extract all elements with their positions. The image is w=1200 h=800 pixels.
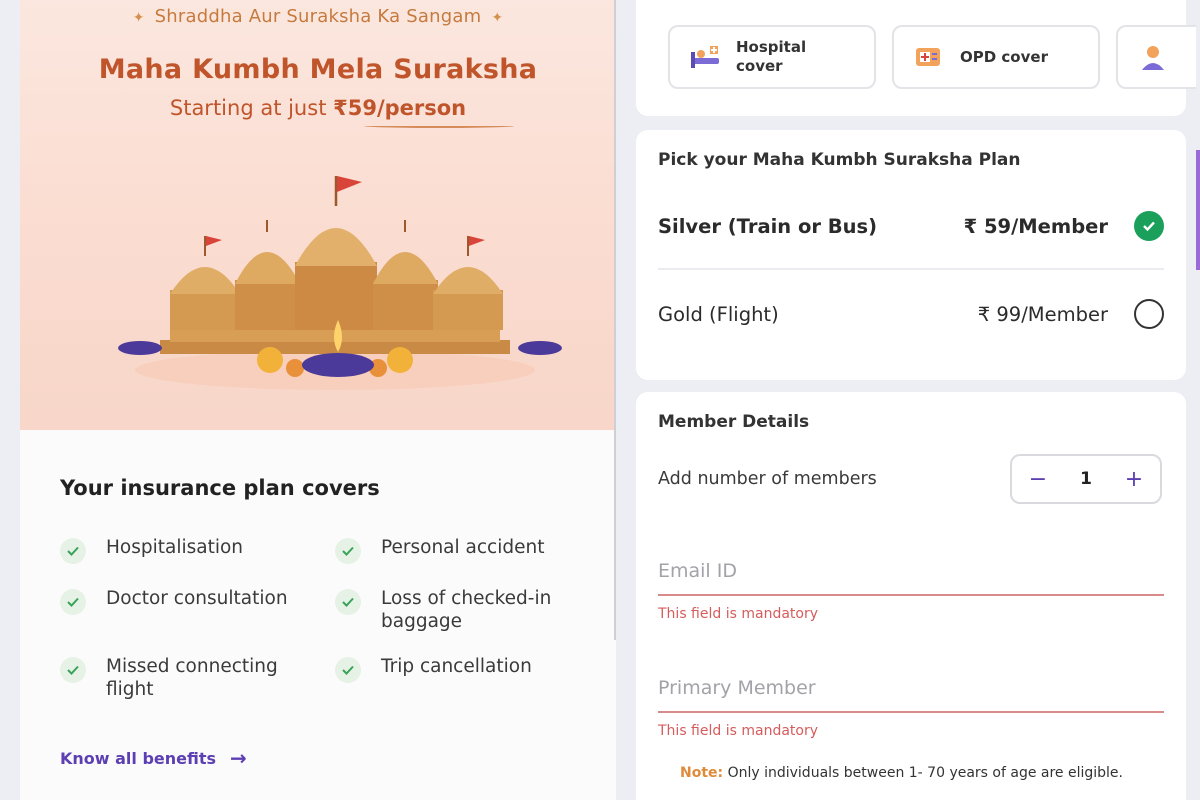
email-field[interactable] (658, 560, 1164, 596)
tab-hospital-cover-label: Hospital cover (736, 38, 807, 75)
eligibility-note: Note: Only individuals between 1- 70 yea… (680, 764, 1150, 783)
check-icon (335, 589, 361, 615)
decrement-button[interactable]: − (1026, 467, 1050, 492)
radio-checked-icon[interactable] (1134, 211, 1164, 241)
increment-button[interactable]: + (1122, 467, 1146, 492)
member-details-card: Member Details Add number of members − 1… (636, 392, 1186, 800)
note-text: Only individuals between 1- 70 years of … (723, 765, 1123, 781)
sparkle-icon: ✦ (132, 10, 145, 26)
hero-subtitle-prefix: Starting at just (169, 96, 334, 120)
benefit-label: Trip cancellation (381, 656, 532, 677)
cover-tabs-card: Hospital cover OPD cover (636, 0, 1196, 116)
member-details-heading: Member Details (658, 412, 810, 432)
plan-name: Silver (Train or Bus) (658, 214, 878, 238)
tab-opd-cover-label: OPD cover (960, 47, 1048, 66)
benefit-label: Hospitalisation (106, 537, 244, 558)
benefit-label: Personal accident (381, 537, 545, 558)
temple-illustration (118, 176, 562, 390)
plan-heading: Pick your Maha Kumbh Suraksha Plan (658, 150, 1021, 170)
plan-price: ₹ 99/Member (977, 302, 1108, 326)
plan-selection-card: Pick your Maha Kumbh Suraksha Plan Silve… (636, 130, 1186, 380)
plan-name: Gold (Flight) (658, 302, 779, 326)
member-count-stepper: − 1 + (1010, 454, 1162, 504)
scroll-indicator (1196, 150, 1200, 270)
benefit-item: Loss of checked-in baggage (335, 587, 591, 633)
plan-option-silver[interactable]: Silver (Train or Bus) ₹ 59/Member (658, 206, 1164, 246)
covers-heading: Your insurance plan covers (60, 476, 380, 500)
email-field-group: This field is mandatory (658, 560, 1164, 622)
benefit-item: Missed connecting flight (60, 655, 316, 701)
check-icon (335, 538, 361, 564)
benefit-item: Hospitalisation (60, 536, 316, 564)
check-icon (60, 538, 86, 564)
opd-icon (916, 48, 940, 66)
tab-opd-cover[interactable]: OPD cover (892, 25, 1100, 89)
hero-banner: ✦ Shraddha Aur Suraksha Ka Sangam ✦ Maha K… (20, 0, 616, 430)
hospital-bed-icon (691, 46, 719, 68)
benefit-item: Doctor consultation (60, 587, 316, 615)
sparkle-icon: ✦ (491, 10, 504, 26)
benefit-item: Trip cancellation (335, 655, 591, 683)
hero-price: ₹59/person (333, 96, 467, 120)
primary-member-field-group: This field is mandatory (658, 677, 1164, 739)
promo-panel: ✦ Shraddha Aur Suraksha Ka Sangam ✦ Maha K… (20, 0, 616, 800)
benefit-label: Loss of checked-in baggage (381, 588, 552, 632)
panel-divider (614, 0, 616, 640)
know-all-benefits-link[interactable]: Know all benefits → (60, 746, 247, 770)
tab-hospital-cover[interactable]: Hospital cover (668, 25, 876, 89)
plan-divider (658, 268, 1164, 270)
benefit-label: Doctor consultation (106, 588, 288, 609)
know-all-benefits-label: Know all benefits (60, 748, 217, 768)
plan-option-gold[interactable]: Gold (Flight) ₹ 99/Member (658, 294, 1164, 334)
member-count-label: Add number of members (658, 469, 877, 489)
email-error-text: This field is mandatory (658, 606, 819, 622)
check-icon (60, 589, 86, 615)
hero-subtitle: Starting at just ₹59/person (20, 96, 616, 120)
primary-member-field[interactable] (658, 677, 1164, 713)
note-label: Note: (680, 765, 724, 781)
benefit-item: Personal accident (335, 536, 591, 564)
arrow-right-icon: → (230, 746, 247, 770)
price-underline (364, 124, 514, 128)
check-icon (335, 657, 361, 683)
member-count-value: 1 (1080, 469, 1092, 489)
hero-tagline-text: Shraddha Aur Suraksha Ka Sangam (154, 6, 482, 27)
benefit-label: Missed connecting flight (106, 656, 278, 700)
radio-unchecked-icon[interactable] (1134, 299, 1164, 329)
hero-tagline: ✦ Shraddha Aur Suraksha Ka Sangam ✦ (20, 6, 616, 27)
tab-doctor-cover[interactable] (1116, 25, 1196, 89)
plan-price: ₹ 59/Member (963, 214, 1108, 238)
check-icon (60, 657, 86, 683)
primary-member-error-text: This field is mandatory (658, 723, 819, 739)
plan-covers-section: Your insurance plan covers Hospitalisati… (20, 430, 616, 800)
doctor-icon (1142, 46, 1164, 70)
hero-title: Maha Kumbh Mela Suraksha (98, 54, 538, 85)
